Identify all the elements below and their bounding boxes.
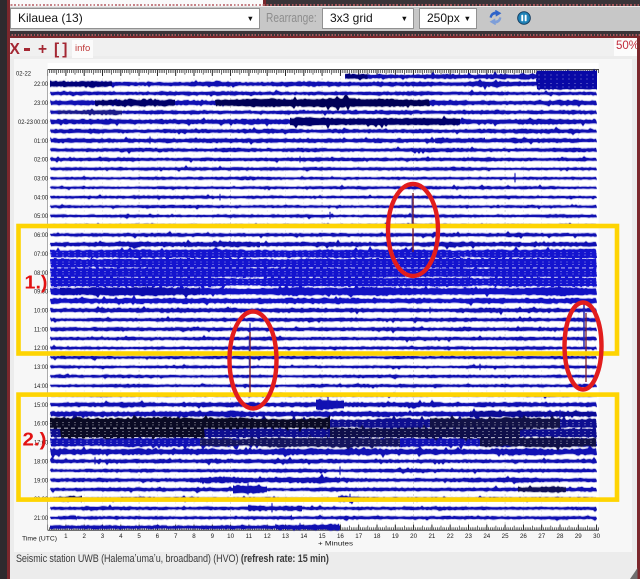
svg-text:21: 21 (428, 533, 435, 540)
svg-text:2: 2 (82, 533, 86, 540)
svg-text:18:00: 18:00 (34, 458, 48, 465)
svg-text:10:00: 10:00 (34, 308, 48, 315)
svg-text:02:00: 02:00 (34, 157, 48, 164)
svg-text:29: 29 (575, 533, 582, 540)
svg-text:9: 9 (211, 533, 215, 540)
svg-text:14:00: 14:00 (34, 383, 48, 390)
svg-text:22: 22 (447, 533, 454, 540)
svg-text:02-22: 02-22 (16, 71, 31, 78)
svg-text:3: 3 (101, 533, 105, 540)
svg-text:13: 13 (282, 533, 289, 540)
svg-text:4: 4 (119, 533, 123, 540)
svg-text:7: 7 (174, 533, 178, 540)
svg-text:03:00: 03:00 (34, 176, 48, 183)
svg-text:8: 8 (192, 533, 196, 540)
svg-text:01:00: 01:00 (34, 138, 48, 145)
svg-text:1.): 1.) (25, 272, 48, 293)
svg-text:1: 1 (64, 533, 68, 540)
svg-text:15: 15 (319, 533, 326, 540)
svg-text:23:00: 23:00 (34, 100, 48, 107)
svg-text:12:00: 12:00 (34, 345, 48, 352)
svg-text:14: 14 (300, 533, 307, 540)
svg-text:23: 23 (465, 533, 472, 540)
svg-text:21:00: 21:00 (34, 515, 48, 522)
svg-text:11:00: 11:00 (34, 326, 48, 333)
svg-text:04:00: 04:00 (34, 194, 48, 201)
svg-text:10: 10 (227, 533, 234, 540)
svg-text:13:00: 13:00 (34, 364, 48, 371)
svg-text:5: 5 (137, 533, 141, 540)
svg-text:02-23: 02-23 (18, 119, 33, 126)
svg-text:2.): 2.) (23, 429, 47, 450)
svg-text:30: 30 (593, 533, 600, 540)
svg-text:00:00: 00:00 (34, 119, 48, 126)
svg-text:24: 24 (483, 533, 490, 540)
svg-text:25: 25 (502, 533, 509, 540)
svg-text:28: 28 (557, 533, 564, 540)
svg-text:20: 20 (410, 533, 417, 540)
svg-text:17: 17 (355, 533, 362, 540)
svg-text:26: 26 (520, 533, 527, 540)
svg-text:19: 19 (392, 533, 399, 540)
svg-text:11: 11 (246, 533, 253, 540)
svg-text:19:00: 19:00 (34, 477, 48, 484)
svg-text:16:00: 16:00 (34, 421, 48, 428)
svg-text:12: 12 (264, 533, 271, 540)
svg-text:16: 16 (337, 533, 344, 540)
svg-text:6: 6 (156, 533, 160, 540)
svg-text:05:00: 05:00 (34, 213, 48, 220)
svg-text:07:00: 07:00 (34, 251, 48, 258)
svg-text:+ Minutes: + Minutes (318, 541, 353, 548)
svg-text:Time (UTC): Time (UTC) (22, 536, 57, 543)
svg-text:15:00: 15:00 (34, 402, 48, 409)
svg-text:27: 27 (538, 533, 545, 540)
svg-text:22:00: 22:00 (34, 81, 48, 88)
svg-text:18: 18 (374, 533, 381, 540)
svg-text:06:00: 06:00 (34, 232, 48, 239)
